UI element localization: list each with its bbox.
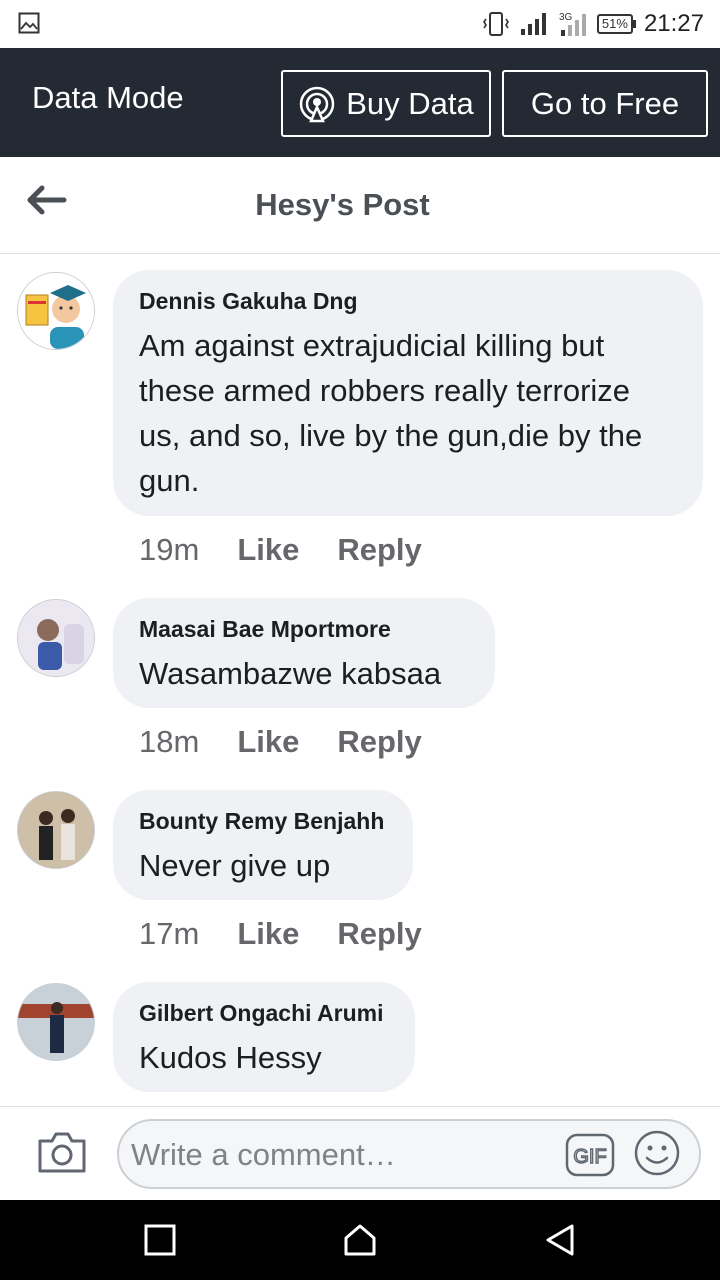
status-time: 21:27 — [643, 10, 704, 37]
image-icon — [18, 12, 40, 34]
comment-actions: 17m Like Reply — [139, 916, 422, 952]
battery-tip — [632, 20, 636, 28]
person-avatar-image — [18, 600, 94, 676]
comment-text: Kudos Hessy — [139, 1040, 322, 1075]
go-to-free-label: Go to Free — [530, 85, 680, 121]
standing-person-avatar-image — [18, 984, 94, 1060]
back-nav-icon[interactable] — [542, 1222, 578, 1258]
signal-3g-icon: 3G — [559, 12, 586, 36]
comment-bubble: Dennis Gakuha Dng Am against extrajudici… — [113, 270, 703, 516]
two-people-avatar-image — [18, 792, 94, 868]
gif-icon[interactable]: GIF — [565, 1131, 615, 1179]
post-header: Hesy's Post — [0, 157, 720, 254]
comment-author[interactable]: Maasai Bae Mportmore — [139, 616, 469, 643]
comment-input[interactable] — [131, 1133, 561, 1177]
comment-text: Never give up — [139, 848, 331, 883]
comment-author[interactable]: Dennis Gakuha Dng — [139, 288, 677, 315]
home-icon[interactable] — [342, 1222, 378, 1258]
navigation-bar — [0, 1200, 720, 1280]
like-button[interactable]: Like — [237, 532, 299, 568]
like-button[interactable]: Like — [237, 916, 299, 952]
like-button[interactable]: Like — [237, 724, 299, 760]
comment-text: Am against extrajudicial killing but the… — [139, 328, 643, 498]
comment-actions: 18m Like Reply — [139, 724, 422, 760]
reply-button[interactable]: Reply — [337, 916, 421, 952]
avatar[interactable] — [17, 983, 95, 1061]
comment-actions: 19m Like Reply — [139, 532, 422, 568]
status-bar: 3G 51% 21:27 — [0, 0, 720, 48]
comment-bubble: Bounty Remy Benjahh Never give up — [113, 790, 413, 900]
emoji-icon[interactable] — [633, 1129, 681, 1177]
status-indicators: 3G 51% 21:27 — [481, 8, 704, 40]
broadcast-icon — [299, 86, 335, 122]
graduate-avatar-image — [18, 273, 94, 349]
vibrate-icon — [482, 12, 509, 36]
comment-time: 18m — [139, 724, 200, 759]
comment-composer: GIF — [0, 1106, 720, 1200]
comment-input-wrapper: GIF — [117, 1119, 701, 1189]
comment-author[interactable]: Bounty Remy Benjahh — [139, 808, 387, 835]
comment-author[interactable]: Gilbert Ongachi Arumi — [139, 1000, 389, 1027]
comment-bubble: Gilbert Ongachi Arumi Kudos Hessy — [113, 982, 415, 1092]
avatar[interactable] — [17, 791, 95, 869]
camera-icon[interactable] — [36, 1129, 88, 1175]
svg-text:3G: 3G — [559, 12, 573, 23]
buy-data-label: Buy Data — [346, 85, 474, 121]
data-mode-title: Data Mode — [32, 80, 184, 115]
page-title: Hesy's Post — [255, 187, 430, 222]
battery-level: 51% — [596, 14, 633, 34]
battery-indicator: 51% — [596, 14, 636, 34]
buy-data-button[interactable]: Buy Data — [281, 70, 491, 137]
recent-apps-icon[interactable] — [142, 1222, 178, 1258]
comment-time: 19m — [139, 532, 200, 567]
svg-text:GIF: GIF — [573, 1146, 606, 1168]
reply-button[interactable]: Reply — [337, 724, 421, 760]
reply-button[interactable]: Reply — [337, 532, 421, 568]
data-mode-bar: Data Mode Buy Data Go to Free — [0, 48, 720, 157]
signal-icon — [520, 13, 546, 35]
comment-time: 17m — [139, 916, 200, 951]
comment-text: Wasambazwe kabsaa — [139, 656, 442, 691]
avatar[interactable] — [17, 599, 95, 677]
comment-bubble: Maasai Bae Mportmore Wasambazwe kabsaa — [113, 598, 495, 708]
go-to-free-button[interactable]: Go to Free — [502, 70, 708, 137]
avatar[interactable] — [17, 272, 95, 350]
